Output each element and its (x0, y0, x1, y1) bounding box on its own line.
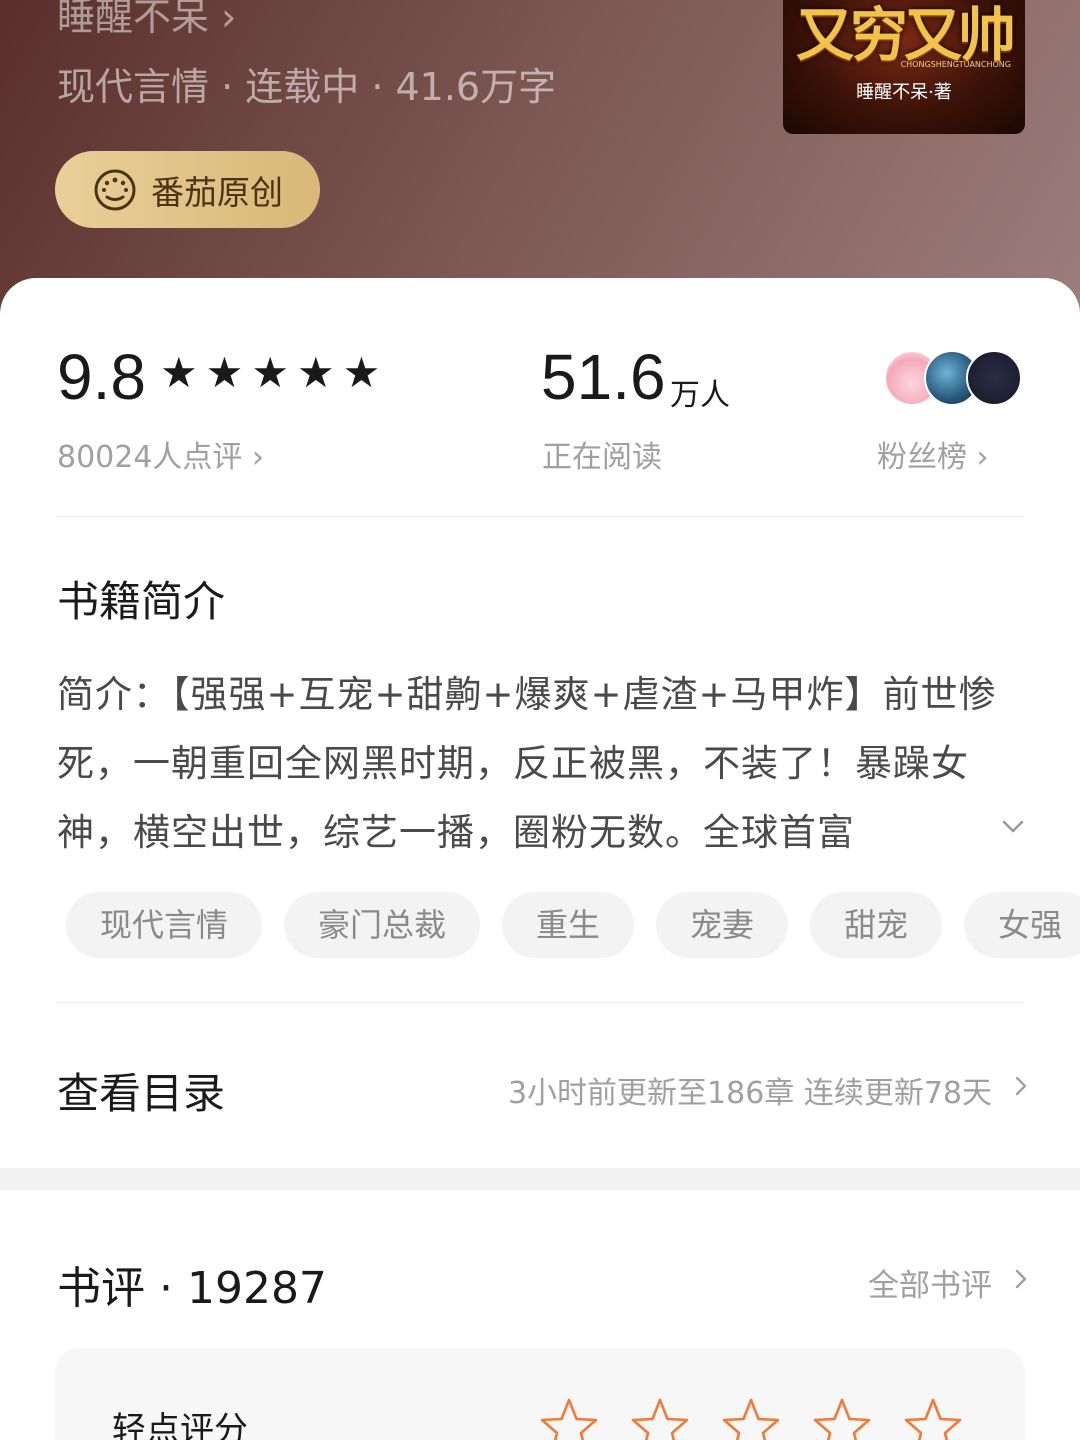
quick-rate-stars (536, 1394, 966, 1440)
tag-chip[interactable]: 甜宠 (810, 892, 943, 958)
star-outline-icon[interactable] (627, 1394, 693, 1440)
divider (55, 1002, 1025, 1003)
author-link[interactable]: 睡醒不呆 › (57, 0, 236, 41)
readers-unit: 万人 (670, 378, 730, 413)
badge-label: 番茄原创 (151, 172, 283, 212)
readers-label: 正在阅读 (542, 440, 662, 475)
book-meta: 现代言情 · 连载中 · 41.6万字 (57, 65, 557, 109)
star-outline-icon[interactable] (900, 1394, 966, 1440)
rating-score: 9.8 (57, 341, 146, 413)
synopsis-fade (840, 800, 1000, 870)
section-gap (0, 1168, 1080, 1190)
toc-title[interactable]: 查看目录 (57, 1060, 225, 1121)
tomato-logo-icon (94, 169, 136, 210)
star-outline-icon[interactable] (718, 1394, 784, 1440)
chevron-down-icon[interactable] (998, 812, 1028, 842)
tag-chip[interactable]: 宠妻 (656, 892, 789, 958)
avatar (966, 350, 1022, 406)
reviews-title: 书评 · 19287 (57, 1263, 327, 1314)
star-outline-icon[interactable] (809, 1394, 875, 1440)
tag-list: 现代言情 豪门总裁 重生 宠妻 甜宠 女强 (66, 892, 1080, 958)
star-icon: ★ (296, 348, 335, 397)
book-cover[interactable]: 又穷又帅 CHONGSHENGTUANCHONG 睡醒不呆·著 (783, 0, 1025, 134)
chevron-right-icon[interactable] (1010, 1268, 1032, 1290)
star-icon: ★ (251, 348, 289, 397)
tag-chip[interactable]: 女强 (964, 892, 1080, 958)
fan-avatars[interactable] (884, 350, 1024, 408)
all-reviews-link[interactable]: 全部书评 (868, 1260, 992, 1305)
quick-rate-label: 轻点评分 (112, 1410, 248, 1440)
chevron-right-icon[interactable] (1010, 1075, 1032, 1097)
star-outline-icon[interactable] (536, 1394, 602, 1440)
star-icon: ★ (205, 348, 244, 397)
original-badge[interactable]: 番茄原创 (55, 151, 320, 228)
tag-chip[interactable]: 现代言情 (66, 892, 263, 958)
rating-stars: ★ ★ ★ ★ ★ (160, 352, 380, 394)
divider (55, 516, 1025, 517)
rating-count-link[interactable]: 80024人点评 › (57, 432, 264, 476)
cover-pinyin: CHONGSHENGTUANCHONG (900, 60, 1011, 69)
readers-count: 51.6 (541, 341, 666, 413)
fans-ranking-link[interactable]: 粉丝榜 › (877, 432, 989, 476)
cover-byline: 睡醒不呆·著 (856, 82, 952, 103)
star-icon: ★ (342, 348, 381, 397)
toc-update-info[interactable]: 3小时前更新至186章 连续更新78天 (508, 1068, 992, 1112)
tag-chip[interactable]: 重生 (502, 892, 635, 958)
star-icon: ★ (160, 348, 198, 397)
tag-chip[interactable]: 豪门总裁 (284, 892, 481, 958)
synopsis-title: 书籍简介 (57, 577, 226, 626)
